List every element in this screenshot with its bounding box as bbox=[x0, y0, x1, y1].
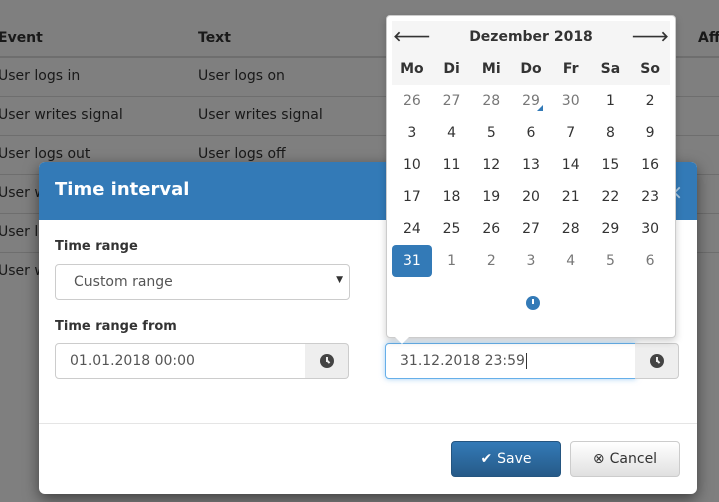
day-cell[interactable]: 15 bbox=[591, 149, 631, 181]
time-range-from-label: Time range from bbox=[55, 319, 177, 334]
check-icon: ✔ bbox=[480, 451, 493, 467]
weekday-header: Mo bbox=[400, 61, 424, 77]
day-cell[interactable]: 22 bbox=[591, 181, 631, 213]
time-range-from-input[interactable]: 01.01.2018 00:00 bbox=[55, 343, 306, 379]
day-cell[interactable]: 8 bbox=[591, 117, 631, 149]
day-cell[interactable]: 19 bbox=[471, 181, 511, 213]
from-clock-button[interactable] bbox=[305, 343, 349, 379]
day-cell[interactable]: 30 bbox=[630, 213, 670, 245]
day-cell[interactable]: 31 bbox=[392, 245, 432, 277]
day-cell[interactable]: 23 bbox=[630, 181, 670, 213]
day-cell[interactable]: 11 bbox=[432, 149, 472, 181]
day-cell[interactable]: 9 bbox=[630, 117, 670, 149]
weekday-header: Do bbox=[520, 61, 542, 77]
to-clock-button[interactable] bbox=[635, 343, 679, 379]
weekday-header: Fr bbox=[562, 61, 579, 77]
day-cell[interactable]: 12 bbox=[471, 149, 511, 181]
cancel-label: Cancel bbox=[609, 451, 658, 467]
day-cell[interactable]: 5 bbox=[471, 117, 511, 149]
day-cell[interactable]: 21 bbox=[551, 181, 591, 213]
toggle-time-picker-icon[interactable] bbox=[526, 296, 540, 310]
day-cell[interactable]: 1 bbox=[432, 245, 472, 277]
day-cell[interactable]: 30 bbox=[551, 85, 591, 117]
day-cell[interactable]: 29 bbox=[511, 85, 551, 117]
day-cell[interactable]: 3 bbox=[392, 117, 432, 149]
day-cell[interactable]: 16 bbox=[630, 149, 670, 181]
day-cell[interactable]: 17 bbox=[392, 181, 432, 213]
time-range-value: Custom range bbox=[74, 274, 173, 290]
to-value: 31.12.2018 23:59 bbox=[400, 353, 525, 369]
month-title[interactable]: Dezember 2018 bbox=[432, 21, 631, 53]
day-cell[interactable]: 27 bbox=[432, 85, 472, 117]
day-cell[interactable]: 29 bbox=[591, 213, 631, 245]
day-cell[interactable]: 26 bbox=[392, 85, 432, 117]
weekday-header: Mi bbox=[481, 61, 501, 77]
day-cell[interactable]: 26 bbox=[471, 213, 511, 245]
day-cell[interactable]: 4 bbox=[551, 245, 591, 277]
weekday-header: So bbox=[640, 61, 660, 77]
day-cell[interactable]: 6 bbox=[511, 117, 551, 149]
day-cell[interactable]: 25 bbox=[432, 213, 472, 245]
time-range-select[interactable]: Custom range ▼ bbox=[55, 264, 350, 300]
day-cell[interactable]: 20 bbox=[511, 181, 551, 213]
save-label: Save bbox=[497, 451, 532, 467]
cancel-circle-icon: ⊗ bbox=[592, 451, 605, 467]
day-cell[interactable]: 3 bbox=[511, 245, 551, 277]
day-cell[interactable]: 13 bbox=[511, 149, 551, 181]
cancel-button[interactable]: ⊗ Cancel bbox=[570, 441, 680, 477]
day-cell[interactable]: 2 bbox=[630, 85, 670, 117]
day-cell[interactable]: 5 bbox=[591, 245, 631, 277]
day-cell[interactable]: 6 bbox=[630, 245, 670, 277]
time-range-to-input[interactable]: 31.12.2018 23:59 bbox=[385, 343, 636, 379]
time-range-label: Time range bbox=[55, 239, 138, 254]
save-button[interactable]: ✔ Save bbox=[451, 441, 561, 477]
day-cell[interactable]: 28 bbox=[471, 85, 511, 117]
day-cell[interactable]: 2 bbox=[471, 245, 511, 277]
day-cell[interactable]: 14 bbox=[551, 149, 591, 181]
day-cell[interactable]: 1 bbox=[591, 85, 631, 117]
day-cell[interactable]: 24 bbox=[392, 213, 432, 245]
prev-month-button[interactable]: 🡐 bbox=[392, 21, 432, 53]
weekday-header: Di bbox=[443, 61, 460, 77]
modal-footer-divider bbox=[39, 423, 697, 424]
day-cell[interactable]: 7 bbox=[551, 117, 591, 149]
day-cell[interactable]: 4 bbox=[432, 117, 472, 149]
weekday-header: Sa bbox=[600, 61, 621, 77]
day-cell[interactable]: 28 bbox=[551, 213, 591, 245]
day-cell[interactable]: 10 bbox=[392, 149, 432, 181]
datepicker-popup: 🡐 Dezember 2018 🡒 Mo Di Mi Do Fr Sa So 26 27 28 2… bbox=[386, 15, 676, 344]
next-month-button[interactable]: 🡒 bbox=[630, 21, 670, 53]
day-cell[interactable]: 27 bbox=[511, 213, 551, 245]
clock-icon bbox=[649, 354, 664, 368]
clock-icon bbox=[319, 354, 334, 368]
day-cell[interactable]: 18 bbox=[432, 181, 472, 213]
caret-down-icon: ▼ bbox=[336, 275, 343, 285]
